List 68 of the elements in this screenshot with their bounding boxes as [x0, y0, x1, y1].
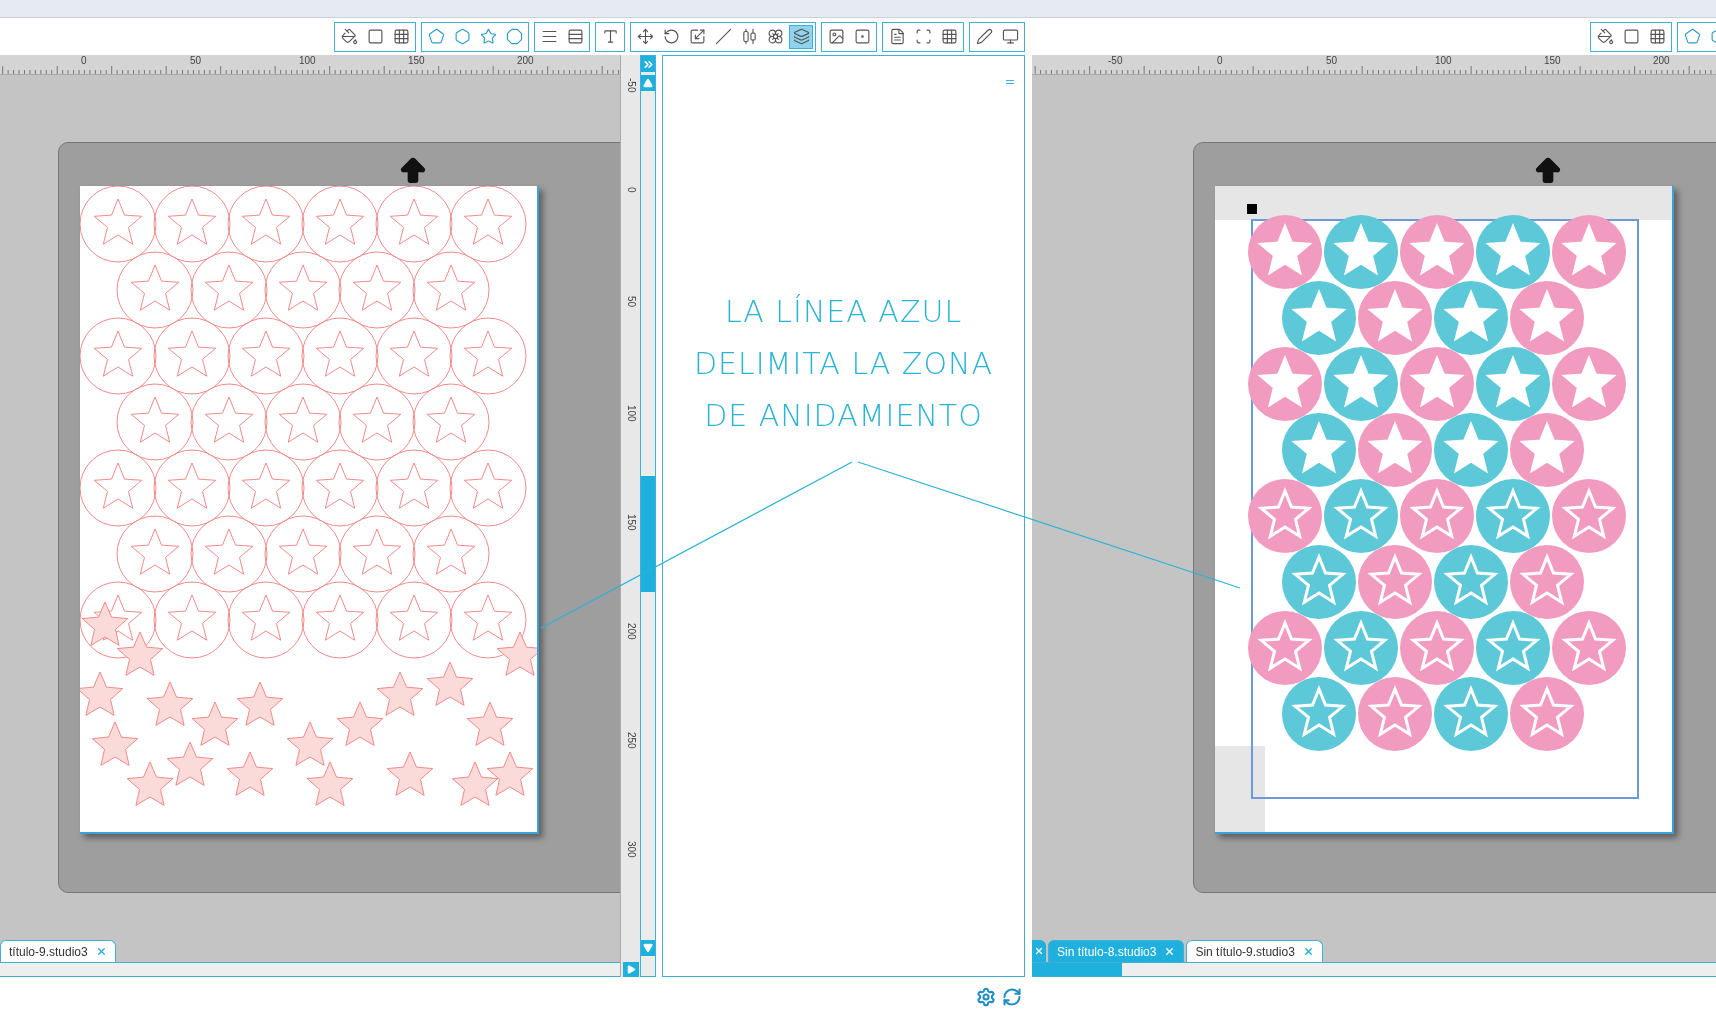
refresh-icon[interactable] [1002, 987, 1022, 1007]
move-icon [636, 28, 654, 45]
rows-icon [566, 28, 584, 45]
monitor-icon [1001, 28, 1019, 45]
annotation-text: LA LÍNEA AZUL DELIMITA LA ZONA DE ANIDAMIENTO [693, 293, 994, 435]
paint-bucket-icon [1596, 28, 1614, 45]
ruler-label: -50 [625, 78, 637, 93]
ruler-label: 100 [1435, 55, 1452, 67]
ruler-label: 50 [190, 55, 202, 67]
ruler-label: 300 [625, 841, 637, 858]
grid-icon [392, 28, 410, 45]
layers-icon [792, 28, 810, 45]
settings-icon[interactable] [976, 987, 996, 1007]
scroll-down-button[interactable] [641, 940, 655, 956]
tab[interactable]: Sin título-9.studio3 [1186, 940, 1323, 962]
expand-button[interactable] [641, 56, 655, 72]
ruler-label: 200 [625, 623, 637, 640]
ruler-label: 100 [625, 405, 637, 422]
paint-bucket-icon [340, 28, 358, 45]
align-icon [740, 28, 758, 45]
slash-icon [714, 28, 732, 45]
close-icon [95, 946, 107, 957]
triangle-down-icon [643, 943, 653, 953]
ruler-label: 250 [625, 732, 637, 749]
pentagon-icon [427, 28, 445, 45]
horizontal-scrollbar[interactable] [1032, 962, 1716, 977]
ruler-label: 200 [1653, 55, 1670, 67]
ruler-label: 0 [625, 187, 637, 193]
grid-icon [940, 28, 958, 45]
triangle-right-icon [626, 965, 636, 974]
star-icon [479, 28, 497, 45]
ruler-label: -50 [1108, 55, 1123, 67]
flower-icon [766, 28, 784, 45]
triangle-up-icon [643, 78, 653, 88]
pen-icon [975, 28, 993, 45]
hexagon-icon [453, 28, 471, 45]
page-icon [888, 28, 906, 45]
square-icon [366, 28, 384, 45]
scroll-thumb[interactable] [641, 476, 655, 592]
square-icon [1622, 28, 1640, 45]
ruler-label: 50 [625, 296, 637, 308]
horizontal-scrollbar[interactable] [0, 962, 620, 977]
tool-button[interactable] [789, 24, 813, 49]
lines-icon [540, 28, 558, 45]
text-icon [601, 28, 619, 45]
scroll-up-button[interactable] [641, 75, 655, 91]
tab[interactable]: título-9.studio3 [0, 940, 116, 962]
ruler-label: 200 [517, 55, 534, 67]
ruler-label: 0 [81, 55, 87, 67]
pentagon-icon [1683, 28, 1701, 45]
ruler-label: 150 [625, 514, 637, 531]
vertical-scrollbar[interactable] [640, 55, 656, 977]
rotate-icon [662, 28, 680, 45]
scroll-thumb[interactable] [1032, 963, 1122, 976]
scale-icon [688, 28, 706, 45]
tab[interactable] [1032, 940, 1046, 962]
ruler-label: 50 [1326, 55, 1338, 67]
frame-icon [914, 28, 932, 45]
ruler-label: 0 [1217, 55, 1223, 67]
close-icon [1164, 946, 1176, 957]
close-icon [1034, 946, 1044, 956]
ruler-label: 150 [408, 55, 425, 67]
image-icon [827, 28, 845, 45]
grid-icon [1648, 28, 1666, 45]
close-icon [1302, 946, 1314, 957]
ruler-label: 150 [1544, 55, 1561, 67]
scroll-right-button[interactable] [623, 962, 639, 977]
ruler-label: 100 [299, 55, 316, 67]
